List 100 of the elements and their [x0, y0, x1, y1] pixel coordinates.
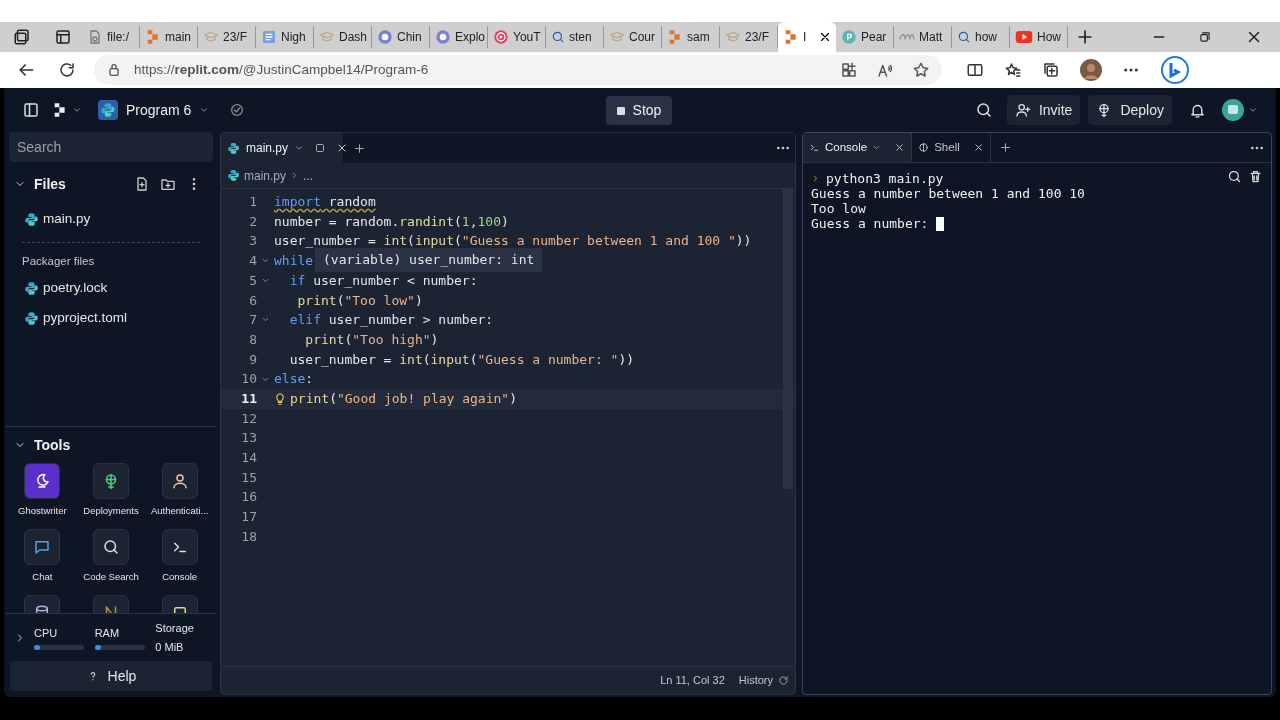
address-bar[interactable]: https://replit.com/@JustinCampbel14/Program-6	[94, 55, 942, 85]
lightbulb-icon[interactable]	[273, 391, 287, 406]
line-number: 7	[248, 311, 257, 330]
console-prompt: Guess a number:	[811, 216, 930, 231]
browser-tab[interactable]: how	[952, 26, 1010, 48]
chat-bubble-icon	[435, 29, 451, 45]
url-text: https://replit.com/@JustinCampbel14/Program-6	[134, 60, 429, 79]
close-tab-icon[interactable]	[972, 142, 984, 153]
line-number: 4	[248, 252, 257, 271]
browser-tab[interactable]: Explo	[430, 26, 488, 48]
replit-logo-icon	[52, 102, 68, 118]
python-file-icon	[24, 280, 39, 296]
breadcrumb-item[interactable]: main.py	[244, 166, 287, 185]
project-name-button[interactable]: Program 6	[94, 99, 214, 121]
line-number: 17	[240, 508, 257, 527]
deploy-button[interactable]: Deploy	[1088, 95, 1172, 125]
search-field[interactable]: Search	[9, 132, 213, 162]
new-tab-icon[interactable]	[998, 141, 1012, 154]
star-icon[interactable]	[912, 61, 930, 79]
circle-logo-icon	[841, 29, 857, 45]
search-icon[interactable]	[1227, 169, 1242, 184]
line-number: 9	[248, 350, 257, 369]
tool-label: Code Search	[83, 570, 139, 584]
copilot-icon[interactable]	[1160, 55, 1190, 85]
line-number: 15	[240, 468, 257, 487]
browser-tab[interactable]: Matt	[894, 26, 952, 48]
collections-icon[interactable]	[1042, 61, 1060, 79]
app-install-icon[interactable]	[840, 61, 858, 79]
tool-tile[interactable]	[24, 529, 61, 565]
close-tab-icon[interactable]	[894, 142, 906, 153]
tool-label: Ghostwriter	[18, 504, 67, 518]
line-number: 6	[248, 291, 257, 310]
console-tab[interactable]: Shell	[912, 133, 991, 162]
history-button[interactable]: History	[738, 672, 789, 689]
python-file-icon	[227, 169, 240, 182]
replit-menu[interactable]	[52, 102, 82, 118]
clear-console-icon[interactable]	[1248, 169, 1263, 184]
browser-tab[interactable]: sam	[662, 26, 720, 48]
browser-tab[interactable]: file:/	[82, 26, 140, 48]
profile-avatar-icon[interactable]	[1080, 59, 1102, 81]
code-line: if user_number < number:	[288, 271, 478, 290]
split-icon[interactable]	[314, 142, 327, 154]
browser-tab[interactable]: YouT	[488, 26, 546, 48]
tool-tile[interactable]	[93, 463, 129, 499]
console-output: Too low	[811, 201, 866, 216]
python-file-icon	[24, 211, 39, 227]
line-number: 2	[248, 212, 257, 231]
breadcrumb-item[interactable]: ...	[303, 166, 314, 185]
browser-tab[interactable]: 23/F	[198, 26, 256, 48]
text-cursor	[936, 216, 945, 231]
tool-tile[interactable]	[161, 529, 198, 565]
browser-tab[interactable]: Pear	[836, 26, 894, 48]
invite-button[interactable]: Invite	[1006, 95, 1081, 125]
saved-status-icon	[229, 102, 246, 118]
code-line: import random	[273, 193, 376, 212]
split-screen-icon[interactable]	[966, 61, 984, 79]
line-number: 18	[240, 527, 257, 546]
code-line: number = random.randint(1,100)	[273, 212, 509, 231]
console-command: python3 main.py	[826, 171, 944, 186]
favorites-icon[interactable]	[1004, 61, 1022, 79]
browser-tab[interactable]: sten	[546, 26, 604, 48]
new-folder-icon[interactable]	[160, 176, 176, 192]
python-file-icon	[24, 310, 39, 326]
code-line: user_number = int(input("Guess a number: "))	[288, 350, 635, 369]
line-number: 1	[248, 193, 257, 212]
sidebar-toggle-icon[interactable]	[22, 101, 40, 119]
line-number: 11	[240, 389, 257, 408]
stop-button[interactable]: Stop	[606, 96, 672, 125]
line-number: 13	[240, 429, 257, 448]
new-tab-icon[interactable]	[353, 141, 366, 155]
browser-tab[interactable]: Cour	[604, 26, 662, 48]
tools-section-title: Tools	[34, 435, 71, 455]
add-user-icon	[1014, 102, 1031, 118]
tool-tile[interactable]	[93, 529, 129, 565]
close-tab-icon[interactable]	[818, 30, 832, 44]
code-line: user_number = int(input("Guess a number between 1 and 100 "))	[273, 232, 752, 251]
browser-tab[interactable]: I	[778, 22, 836, 52]
browser-tab[interactable]: Nigh	[256, 26, 314, 48]
line-number: 14	[240, 449, 257, 468]
caret-icon	[1248, 105, 1258, 115]
stop-icon	[616, 106, 625, 115]
browser-tab[interactable]: Dash	[314, 26, 372, 48]
browser-tab[interactable]: How	[1010, 26, 1068, 48]
tool-label: Deployments	[83, 504, 139, 518]
file-item[interactable]: pyproject.toml	[6, 303, 216, 333]
resource-label: CPU	[34, 626, 59, 642]
editor-tab[interactable]: main.py	[221, 133, 343, 163]
tool-tile[interactable]	[161, 463, 198, 499]
code-line: else:	[273, 370, 314, 389]
browser-tab[interactable]: main	[140, 26, 198, 48]
search-icon	[551, 30, 565, 44]
tool-tile[interactable]	[24, 463, 61, 499]
account-menu[interactable]	[1222, 99, 1258, 121]
browser-tab[interactable]: Chin	[372, 26, 430, 48]
console-output: Guess a number between 1 and 100 10	[811, 186, 1085, 201]
new-file-icon[interactable]	[134, 176, 150, 192]
help-button[interactable]: Help	[10, 661, 212, 691]
file-item[interactable]: poetry.lock	[6, 273, 216, 303]
file-item[interactable]: main.py	[6, 204, 216, 234]
console-tab[interactable]: Console	[803, 133, 913, 162]
